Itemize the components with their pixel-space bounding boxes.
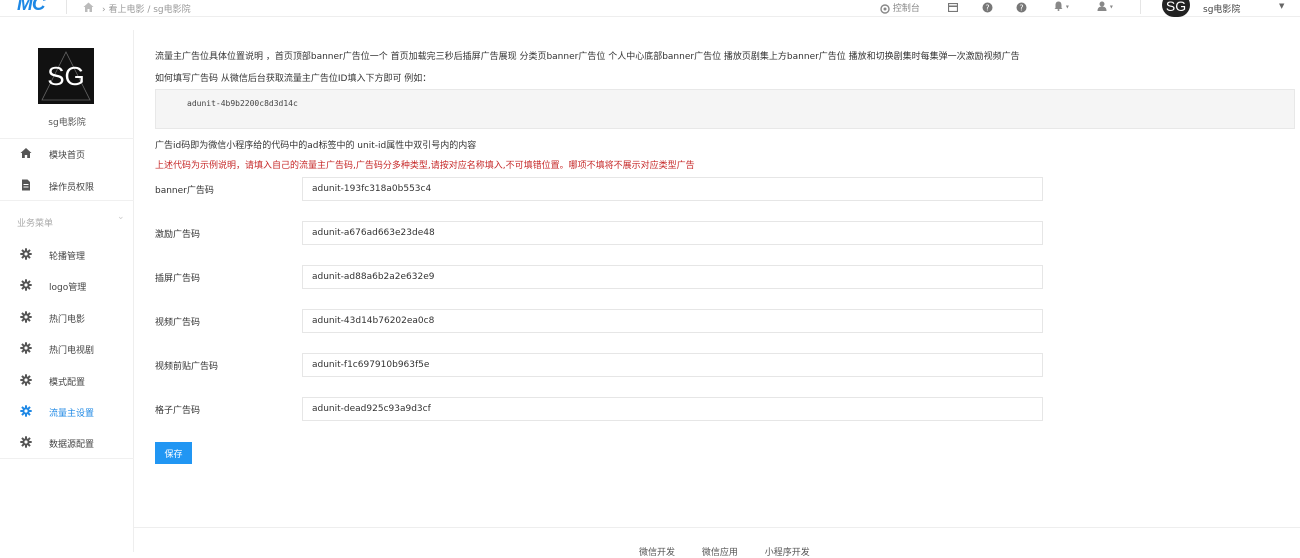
divider (66, 0, 67, 14)
console-link[interactable]: 控制台 (880, 1, 920, 14)
gear-icon (20, 279, 32, 291)
sidebar-item-hot-tv[interactable]: 热门电视剧 (0, 334, 133, 362)
sidebar-item-hot-movies[interactable]: 热门电影 (0, 303, 133, 331)
sidebar-item-label: 数据源配置 (49, 440, 95, 450)
sidebar-item-label: 模式配置 (49, 378, 86, 388)
gear-icon (20, 374, 32, 386)
chevron-down-icon: ▾ (1065, 3, 1069, 11)
code-example: adunit-4b9b2200c8d3d14c (187, 99, 298, 108)
sidebar-item-label: logo管理 (49, 283, 87, 293)
video-preroll-ad-code-input[interactable] (302, 353, 1043, 377)
dashboard-icon (880, 3, 890, 14)
save-button[interactable]: 保存 (155, 442, 192, 464)
card-icon[interactable] (948, 3, 958, 12)
gear-icon (20, 248, 32, 260)
footer-link[interactable]: 微信应用 (702, 548, 738, 558)
sidebar-item-logo[interactable]: logo管理 (0, 271, 133, 299)
sidebar-item-label: 操作员权限 (49, 183, 95, 193)
breadcrumb: › 看上电影 / sg电影院 (102, 2, 191, 15)
app-logo[interactable]: MC (17, 0, 46, 16)
avatar[interactable]: SG (1162, 0, 1190, 17)
question-icon[interactable]: ? (1016, 2, 1027, 13)
home-icon (20, 148, 32, 158)
document-icon (22, 179, 30, 191)
sidebar-item-traffic-settings[interactable]: 流量主设置 (0, 397, 133, 425)
sidebar-item-label: 热门电视剧 (49, 346, 95, 356)
gear-icon (20, 405, 32, 417)
notifications-menu[interactable]: ▾ (1054, 1, 1069, 12)
gear-icon (20, 436, 32, 448)
divider (0, 458, 134, 459)
footer-divider (134, 527, 1300, 528)
chevron-down-icon[interactable]: ▼ (1279, 2, 1284, 10)
home-icon[interactable] (82, 1, 95, 13)
field-label: 插屏广告码 (155, 274, 201, 284)
interstitial-ad-code-input[interactable] (302, 265, 1043, 289)
sidebar: SG sg电影院 模块首页 操作员权限 业务菜单 ⌄ 轮播管理 logo管理 热… (0, 30, 134, 552)
form-row-video: 视频广告码 (155, 309, 1055, 333)
ad-id-note: 广告id码即为微信小程序给的代码中的ad标签中的 unit-id属性中双引号内的… (155, 141, 477, 151)
svg-text:?: ? (985, 4, 989, 13)
site-logo: SG (38, 48, 94, 104)
code-example-box: adunit-4b9b2200c8d3d14c (155, 89, 1295, 129)
form-row-grid: 格子广告码 (155, 397, 1055, 421)
field-label: 视频广告码 (155, 318, 201, 328)
video-ad-code-input[interactable] (302, 309, 1043, 333)
form-row-banner: banner广告码 (155, 177, 1055, 201)
field-label: 格子广告码 (155, 406, 201, 416)
chevron-down-icon: ▾ (1109, 3, 1113, 11)
user-name[interactable]: sg电影院 (1203, 2, 1240, 15)
field-label: 激励广告码 (155, 230, 201, 240)
form-row-reward: 激励广告码 (155, 221, 1055, 245)
user-menu[interactable]: ▾ (1097, 1, 1113, 12)
sidebar-item-label: 模块首页 (49, 151, 86, 161)
reward-ad-code-input[interactable] (302, 221, 1043, 245)
grid-ad-code-input[interactable] (302, 397, 1043, 421)
chevron-down-icon[interactable]: ⌄ (117, 212, 125, 222)
sidebar-item-label: 热门电影 (49, 315, 86, 325)
form-row-video-preroll: 视频前贴广告码 (155, 353, 1055, 377)
footer-link[interactable]: 微信开发 (639, 548, 675, 558)
top-bar: MC › 看上电影 / sg电影院 控制台 ? ? ▾ ▾ SG sg电影院 ▼ (0, 0, 1300, 17)
site-name: sg电影院 (48, 118, 86, 128)
main-content: 流量主广告位具体位置说明 ，首页顶部banner广告位一个 首页加载完三秒后插屏… (134, 30, 1300, 558)
sidebar-item-label: 流量主设置 (49, 409, 95, 419)
field-label: banner广告码 (155, 186, 214, 196)
warning-text: 上述代码为示例说明，请填入自己的流量主广告码,广告码分多种类型,请按对应名称填入… (155, 161, 695, 171)
help-icon[interactable]: ? (982, 2, 993, 13)
site-logo-text: SG (47, 61, 85, 91)
divider (1140, 0, 1141, 14)
console-label: 控制台 (892, 4, 920, 14)
gear-icon (20, 342, 32, 354)
bell-icon (1054, 1, 1063, 11)
sidebar-item-home[interactable]: 模块首页 (0, 139, 133, 167)
form-row-interstitial: 插屏广告码 (155, 265, 1055, 289)
how-to-fill-text: 如何填写广告码 从微信后台获取流量主广告位ID填入下方即可 例如： (155, 74, 432, 84)
sidebar-group-label[interactable]: 业务菜单 (17, 216, 53, 229)
banner-ad-code-input[interactable] (302, 177, 1043, 201)
footer-link[interactable]: 小程序开发 (765, 548, 810, 558)
ad-position-description: 流量主广告位具体位置说明 ，首页顶部banner广告位一个 首页加载完三秒后插屏… (155, 52, 1020, 62)
field-label: 视频前贴广告码 (155, 362, 219, 372)
sidebar-item-label: 轮播管理 (49, 252, 86, 262)
divider (0, 200, 134, 201)
chevron-right-icon: › (102, 5, 106, 15)
sidebar-item-datasource-config[interactable]: 数据源配置 (0, 428, 133, 456)
sidebar-item-carousel[interactable]: 轮播管理 (0, 240, 133, 268)
breadcrumb-text[interactable]: 看上电影 / sg电影院 (108, 5, 190, 15)
svg-text:?: ? (1019, 4, 1023, 13)
gear-icon (20, 311, 32, 323)
sidebar-item-operator-permissions[interactable]: 操作员权限 (0, 171, 133, 199)
sidebar-item-mode-config[interactable]: 模式配置 (0, 366, 133, 394)
user-icon (1097, 1, 1107, 11)
